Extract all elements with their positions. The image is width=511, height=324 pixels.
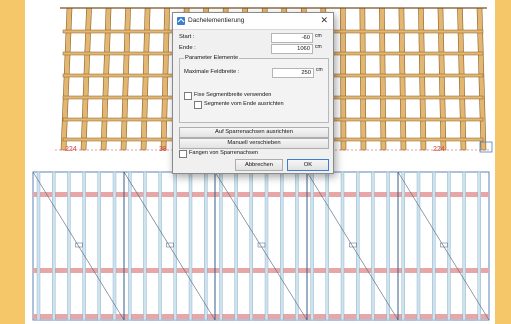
- max-width-input[interactable]: 250: [272, 68, 314, 78]
- stud: [203, 171, 208, 321]
- stud: [158, 171, 162, 321]
- start-label: Start :: [179, 34, 195, 40]
- batten: [33, 268, 489, 273]
- rafter: [140, 7, 151, 151]
- rafter: [120, 7, 131, 151]
- stud: [340, 171, 345, 321]
- stud: [264, 171, 269, 321]
- stud: [234, 171, 238, 321]
- stud: [127, 171, 132, 321]
- catch-rafters-label: Fangen von Sparrenachsen: [189, 150, 259, 156]
- ok-button[interactable]: OK: [287, 159, 329, 171]
- dimension-label: 224: [65, 146, 77, 153]
- dialog-titlebar[interactable]: Dachelementierung ✕: [173, 13, 333, 30]
- rafter: [60, 7, 73, 151]
- rafter: [418, 7, 427, 151]
- align-rafters-button[interactable]: Auf Sparrenachsen ausrichten: [179, 127, 329, 138]
- dialog-title: Dachelementierung: [188, 17, 245, 24]
- parameter-group: Parameter Elemente Maximale Feldbreite :…: [179, 55, 329, 123]
- segment-from-end-label: Segmente vom Ende ausrichten: [204, 101, 284, 107]
- roof-element-icon: [177, 17, 185, 25]
- stud: [432, 171, 436, 321]
- stud: [188, 171, 193, 321]
- stud: [462, 171, 466, 321]
- stud: [310, 171, 314, 321]
- stud: [386, 171, 390, 321]
- fixed-segment-checkbox[interactable]: [184, 92, 192, 100]
- rafter: [379, 7, 387, 151]
- stud: [295, 171, 299, 321]
- stud: [143, 171, 147, 321]
- roof-plan-drawing: [32, 171, 490, 321]
- stud: [279, 171, 284, 321]
- stud: [416, 171, 421, 321]
- batten: [33, 192, 489, 197]
- stud: [401, 171, 405, 321]
- fixed-segment-label: Fixe Segmentbreite verwenden: [194, 92, 272, 98]
- dimension-label: 224: [433, 146, 445, 153]
- close-icon[interactable]: ✕: [320, 15, 328, 26]
- rafter: [359, 7, 367, 151]
- rafter: [437, 7, 447, 151]
- stud: [477, 171, 481, 321]
- stud: [82, 171, 86, 321]
- max-width-unit: cm: [316, 67, 323, 73]
- roof-plan-view[interactable]: [25, 168, 495, 324]
- stud: [447, 171, 451, 321]
- catch-rafters-checkbox[interactable]: [179, 150, 187, 158]
- end-unit: cm: [315, 44, 322, 50]
- cancel-button[interactable]: Abbrechen: [235, 159, 283, 171]
- dimension-label: 38: [159, 146, 167, 153]
- rafter: [398, 7, 407, 151]
- rafter: [80, 7, 92, 151]
- stud: [97, 171, 102, 321]
- end-input[interactable]: 1060: [271, 44, 313, 54]
- rafter: [100, 7, 112, 151]
- end-label: Ende :: [179, 45, 196, 51]
- stud: [112, 171, 117, 321]
- max-width-label: Maximale Feldbreite :: [184, 69, 240, 75]
- group-title: Parameter Elemente: [184, 55, 240, 61]
- start-unit: cm: [315, 33, 322, 39]
- stud: [371, 171, 375, 321]
- rafter: [476, 7, 487, 151]
- rafter: [457, 7, 467, 151]
- stud: [325, 171, 329, 321]
- segment-from-end-checkbox[interactable]: [194, 101, 202, 109]
- stud: [249, 171, 254, 321]
- batten: [33, 314, 489, 319]
- roof-elementation-dialog: Dachelementierung ✕ Start : -60 cm Ende …: [172, 12, 334, 174]
- rafter: [160, 7, 170, 151]
- start-input[interactable]: -60: [271, 33, 313, 43]
- stud: [173, 171, 178, 321]
- manual-move-button[interactable]: Manuell verschieben: [179, 138, 329, 149]
- stud: [67, 171, 71, 321]
- stud: [36, 171, 41, 321]
- stud: [52, 171, 56, 321]
- stud: [219, 171, 223, 321]
- rafter: [340, 7, 347, 151]
